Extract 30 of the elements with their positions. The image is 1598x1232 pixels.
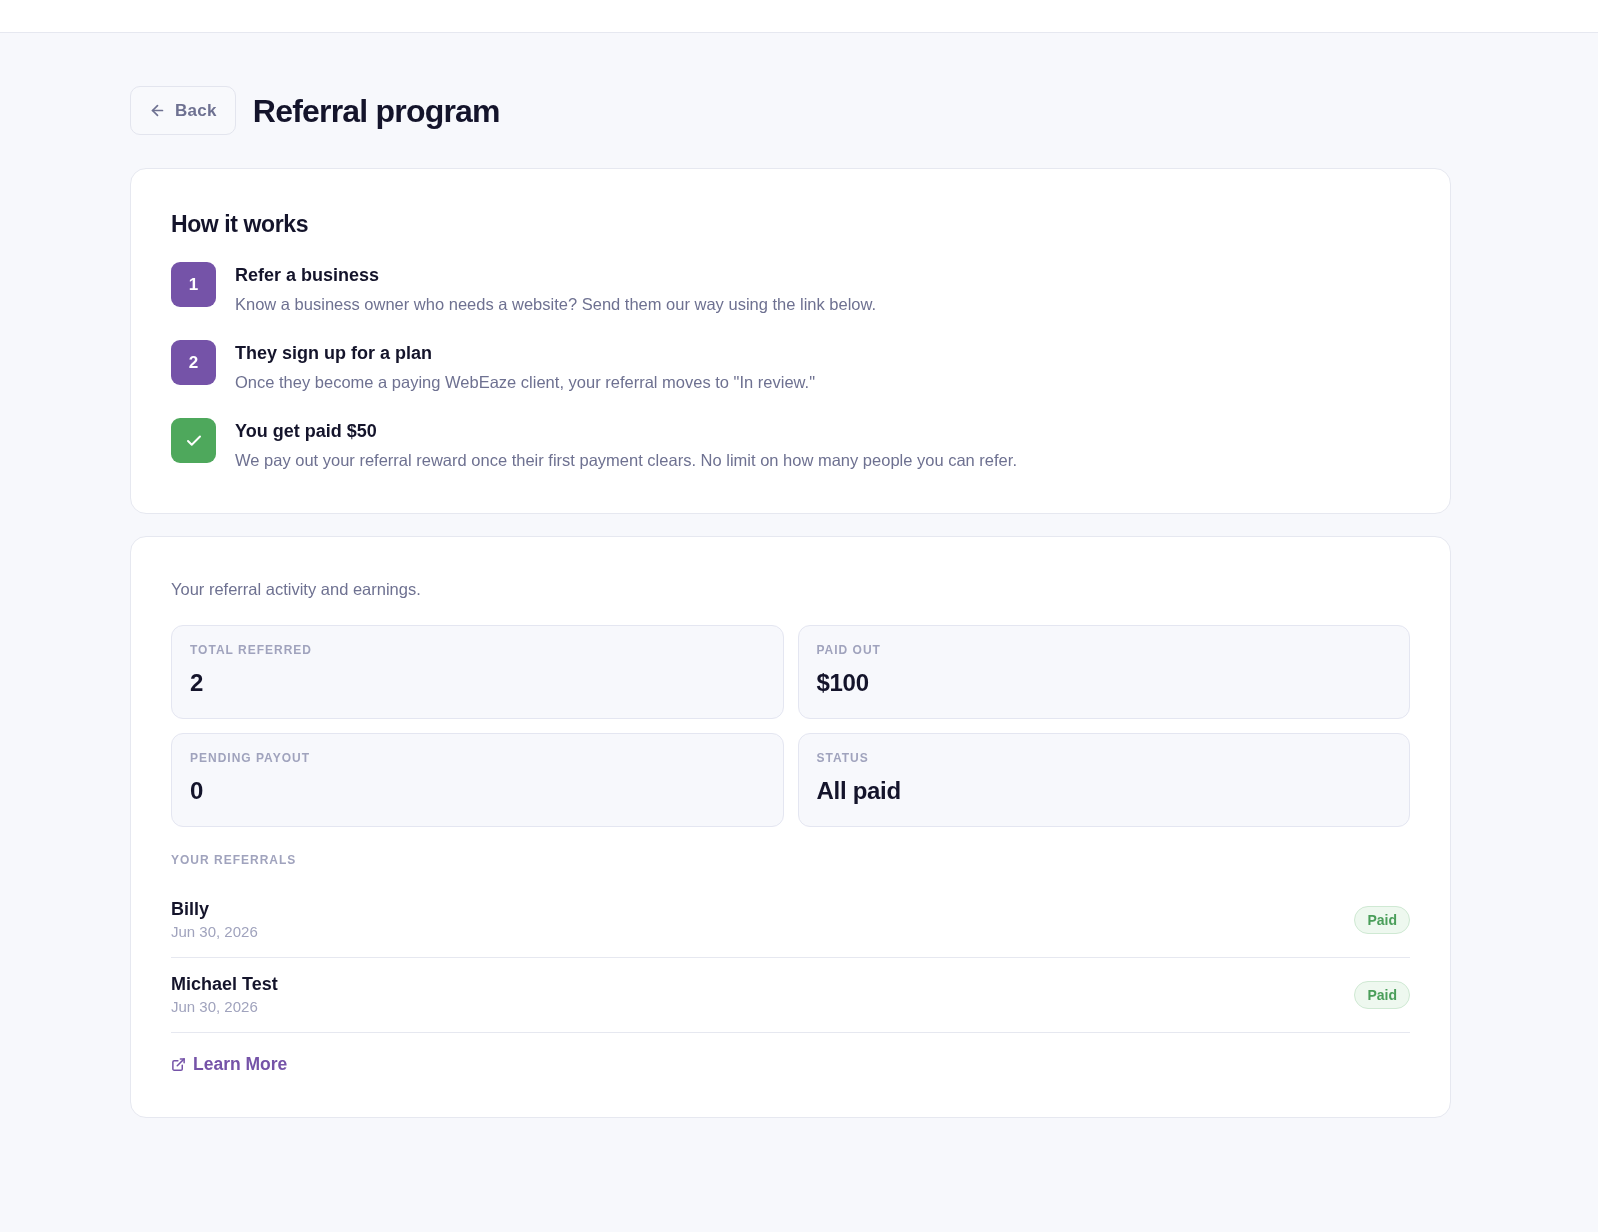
referral-name: Billy xyxy=(171,898,209,920)
stat-label: PENDING PAYOUT xyxy=(190,750,312,766)
arrow-left-icon xyxy=(149,102,166,119)
status-badge: Paid xyxy=(1354,981,1410,1009)
page-title: Referral program xyxy=(252,91,500,131)
status-badge: Paid xyxy=(1354,906,1410,934)
step-title: Refer a business xyxy=(235,264,381,287)
stat-value: All paid xyxy=(816,776,902,806)
external-link-icon xyxy=(171,1056,186,1072)
referral-name: Michael Test xyxy=(171,973,278,995)
step-description: Once they become a paying WebEaze client, your referral moves to "In review." xyxy=(235,372,816,393)
stat-value: 0 xyxy=(190,776,205,806)
learn-more-link[interactable]: Learn More xyxy=(171,1053,288,1075)
step-description: We pay out your referral reward once their first payment clears. No limit on how many people you can refer. xyxy=(235,450,1017,471)
stat-label: TOTAL REFERRED xyxy=(190,642,313,658)
stat-label: PAID OUT xyxy=(816,642,882,658)
activity-intro: Your referral activity and earnings. xyxy=(171,579,422,600)
stat-value: $100 xyxy=(816,668,870,698)
step-description: Know a business owner who needs a website? Send them our way using the link below. xyxy=(235,294,877,315)
step-title: They sign up for a plan xyxy=(235,342,433,365)
referrals-heading: YOUR REFERRALS xyxy=(171,852,298,868)
referral-date: Jun 30, 2026 xyxy=(171,922,258,942)
stat-label: STATUS xyxy=(816,750,870,766)
step-number-badge: 1 xyxy=(171,262,216,307)
step-title: You get paid $50 xyxy=(235,420,378,443)
stat-value: 2 xyxy=(190,668,205,698)
section-heading: How it works xyxy=(171,210,310,239)
step-number-badge: 2 xyxy=(171,340,216,385)
back-button[interactable]: Back xyxy=(130,86,236,135)
referral-date: Jun 30, 2026 xyxy=(171,997,258,1017)
